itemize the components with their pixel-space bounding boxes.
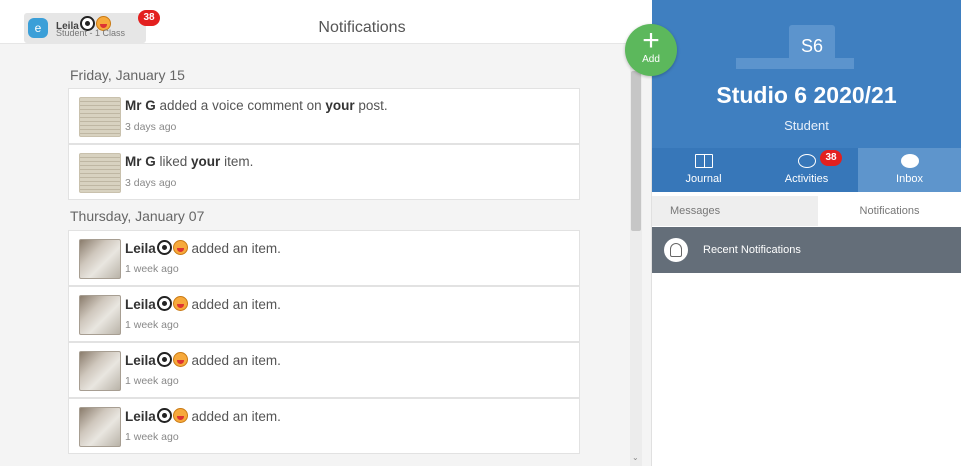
class-tabs: Journal Activities Inbox: [652, 148, 961, 192]
notification-item[interactable]: Leila added an item. 1 week ago: [68, 230, 580, 286]
notification-text: Mr G liked your item.: [125, 154, 254, 169]
notification-time: 1 week ago: [125, 375, 179, 387]
grinning-face-icon: [172, 240, 188, 255]
add-button[interactable]: + Add: [625, 24, 677, 76]
lightbulb-icon: [797, 154, 816, 168]
notification-time: 3 days ago: [125, 121, 177, 133]
subtab-messages[interactable]: Messages: [670, 196, 720, 226]
page-title: Notifications: [318, 19, 406, 36]
tab-label: Journal: [685, 173, 722, 185]
user-avatar: e: [28, 18, 48, 38]
notification-item[interactable]: Mr G liked your item. 3 days ago: [68, 144, 580, 200]
inbox-subtabs: Messages Notifications: [652, 196, 961, 226]
soccer-ball-icon: [156, 296, 172, 311]
soccer-ball-icon: [156, 352, 172, 367]
user-subtitle: Student - 1 Class: [56, 28, 126, 38]
add-button-label: Add: [642, 54, 660, 65]
post-thumbnail: [79, 239, 121, 279]
grinning-face-icon: [172, 352, 188, 367]
tab-activities[interactable]: Activities: [755, 148, 858, 192]
class-header: S6 Studio 6 2020/21 Student: [652, 0, 961, 148]
notification-time: 1 week ago: [125, 319, 179, 331]
post-thumbnail: [79, 295, 121, 335]
post-thumbnail: [79, 97, 121, 137]
post-thumbnail: [79, 153, 121, 193]
post-thumbnail: [79, 351, 121, 391]
book-icon: [694, 154, 713, 168]
class-title: Studio 6 2020/21: [716, 82, 897, 108]
notification-text: Mr G added a voice comment on your post.: [125, 98, 388, 113]
soccer-ball-icon: [156, 240, 172, 255]
notifications-list[interactable]: Friday, January 15 Mr G added a voice co…: [0, 45, 652, 466]
top-bar: e Leila Student - 1 Class 38 Notificatio…: [0, 0, 652, 44]
subtab-notifications[interactable]: Notifications: [818, 196, 961, 226]
plus-icon: +: [642, 24, 660, 57]
notification-item[interactable]: Mr G added a voice comment on your post.…: [68, 88, 580, 144]
notification-count-badge: 38: [138, 10, 160, 26]
notification-text: Leila added an item.: [125, 408, 281, 424]
user-switcher[interactable]: e Leila Student - 1 Class: [24, 13, 146, 43]
chevron-down-icon[interactable]: ⌄: [632, 453, 639, 462]
notification-item[interactable]: Leila added an item. 1 week ago: [68, 398, 580, 454]
tab-inbox[interactable]: Inbox: [858, 148, 961, 192]
notification-time: 1 week ago: [125, 263, 179, 275]
date-header: Thursday, January 07: [70, 208, 205, 224]
recent-notifications-row[interactable]: Recent Notifications: [652, 227, 961, 273]
tab-journal[interactable]: Journal: [652, 148, 755, 192]
date-header: Friday, January 15: [70, 67, 185, 83]
soccer-ball-icon: [156, 408, 172, 423]
post-thumbnail: [79, 407, 121, 447]
bell-icon: [664, 238, 688, 262]
scrollbar[interactable]: ⌄: [630, 45, 642, 466]
class-panel: S6 Studio 6 2020/21 Student Journal Acti…: [652, 0, 961, 466]
scrollbar-thumb[interactable]: [631, 71, 641, 231]
notification-item[interactable]: Leila added an item. 1 week ago: [68, 342, 580, 398]
activities-badge: 38: [820, 150, 842, 166]
chat-bubble-icon: [900, 154, 919, 168]
tab-label: Inbox: [896, 173, 923, 185]
notification-text: Leila added an item.: [125, 240, 281, 256]
notifications-panel: e Leila Student - 1 Class 38 Notificatio…: [0, 0, 652, 466]
hint-bar: [736, 58, 854, 69]
notification-time: 3 days ago: [125, 177, 177, 189]
notification-text: Leila added an item.: [125, 352, 281, 368]
notification-time: 1 week ago: [125, 431, 179, 443]
grinning-face-icon: [172, 408, 188, 423]
notification-item[interactable]: Leila added an item. 1 week ago: [68, 286, 580, 342]
notification-text: Leila added an item.: [125, 296, 281, 312]
tab-label: Activities: [784, 173, 829, 185]
class-role: Student: [784, 118, 829, 133]
grinning-face-icon: [172, 296, 188, 311]
recent-notifications-label: Recent Notifications: [703, 244, 801, 256]
